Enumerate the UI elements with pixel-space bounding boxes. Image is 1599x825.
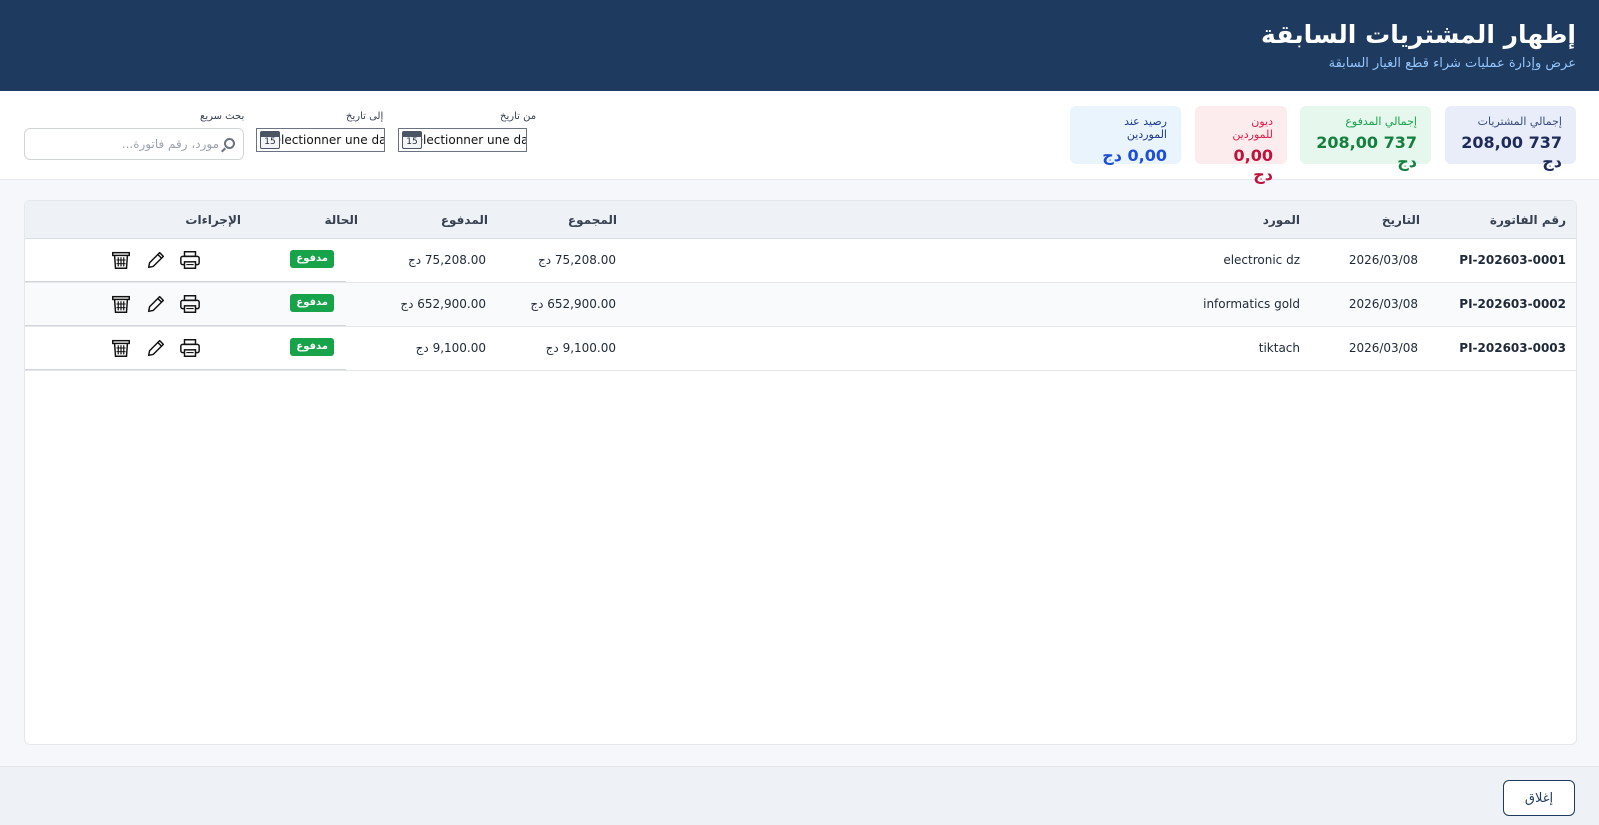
cell-divider: [226, 281, 346, 282]
to-date-label: إلى تاريخ: [346, 111, 384, 122]
table-header: رقم الفاتورة التاريخ المورد المجموع المد…: [25, 201, 1576, 239]
supplier-debts-card: ديون للموردين 0,00 دج: [1195, 106, 1287, 184]
edit-icon[interactable]: [145, 337, 167, 359]
col-status: الحالة: [324, 213, 358, 227]
calendar-icon: 15: [402, 131, 422, 149]
edit-icon[interactable]: [145, 293, 167, 315]
supplier-name: electronic dz: [1223, 253, 1300, 267]
cell-divider: [226, 369, 346, 370]
delete-icon[interactable]: [110, 249, 132, 271]
col-actions: الإجراءات: [185, 213, 241, 227]
total-amount: 75,208.00 دج: [538, 253, 616, 267]
date-placeholder: Sélectionner une date: [266, 133, 385, 147]
total-amount: 9,100.00 دج: [545, 341, 616, 355]
status-badge: مدفوع: [290, 250, 334, 268]
delete-icon[interactable]: [110, 337, 132, 359]
page-subtitle: عرض وإدارة عمليات شراء قطع الغيار السابق…: [1328, 56, 1576, 71]
cell-divider: [25, 369, 226, 370]
to-date-input[interactable]: 15 Sélectionner une date: [256, 128, 385, 152]
invoice-date: 2026/03/08: [1348, 297, 1418, 311]
invoice-number: PI-202603-0002: [1459, 297, 1566, 311]
invoice-date: 2026/03/08: [1348, 341, 1418, 355]
search-input[interactable]: [57, 133, 237, 155]
dialog-footer: إغلاق: [0, 766, 1599, 825]
supplier-name: informatics gold: [1203, 297, 1300, 311]
card-value: 737 208,00 دج: [1461, 133, 1562, 171]
card-label: رصيد عند الموردين: [1124, 115, 1167, 141]
total-purchases-card: إجمالي المشتريات 737 208,00 دج: [1445, 106, 1576, 171]
invoice-number: PI-202603-0001: [1459, 253, 1566, 267]
cell-divider: [226, 325, 346, 326]
supplier-name: tiktach: [1258, 341, 1300, 355]
total-paid-card: إجمالي المدفوع 737 208,00 دج: [1300, 106, 1431, 171]
cell-divider: [25, 325, 226, 326]
paid-amount: 75,208.00 دج: [408, 253, 486, 267]
col-total: المجموع: [567, 213, 617, 227]
invoice-date: 2026/03/08: [1348, 253, 1418, 267]
print-icon[interactable]: [179, 293, 201, 315]
paid-amount: 652,900.00 دج: [400, 297, 486, 311]
print-icon[interactable]: [179, 337, 201, 359]
col-invoice: رقم الفاتورة: [1489, 213, 1566, 227]
page-header: إظهار المشتريات السابقة عرض وإدارة عمليا…: [0, 0, 1599, 91]
col-date: التاريخ: [1381, 213, 1420, 227]
col-paid: المدفوع: [440, 213, 488, 227]
search-label: بحث سريع: [200, 111, 245, 122]
invoice-number: PI-202603-0003: [1459, 341, 1566, 355]
from-date-label: من تاريخ: [500, 111, 537, 122]
edit-icon[interactable]: [145, 249, 167, 271]
date-placeholder: Sélectionner une date: [408, 133, 527, 147]
page-title: إظهار المشتريات السابقة: [1261, 20, 1576, 49]
status-badge: مدفوع: [290, 294, 334, 312]
col-supplier: المورد: [1262, 213, 1300, 227]
table-row[interactable]: PI-202603-0003 2026/03/08 tiktach 9,100.…: [25, 327, 1576, 371]
paid-amount: 9,100.00 دج: [415, 341, 486, 355]
table-row[interactable]: PI-202603-0001 2026/03/08 electronic dz …: [25, 239, 1576, 283]
card-label: إجمالي المدفوع: [1345, 115, 1417, 128]
total-amount: 652,900.00 دج: [530, 297, 616, 311]
supplier-balance-card: رصيد عند الموردين 0,00 دج: [1070, 106, 1181, 165]
card-value: 0,00 دج: [1233, 146, 1273, 184]
cell-divider: [25, 281, 226, 282]
table-row[interactable]: PI-202603-0002 2026/03/08 informatics go…: [25, 283, 1576, 327]
card-value: 737 208,00 دج: [1316, 133, 1417, 171]
card-label: إجمالي المشتريات: [1477, 115, 1562, 128]
from-date-input[interactable]: 15 Sélectionner une date: [398, 128, 527, 152]
print-icon[interactable]: [179, 249, 201, 271]
card-value: 0,00 دج: [1102, 146, 1167, 165]
search-box: [24, 128, 244, 160]
purchases-table: رقم الفاتورة التاريخ المورد المجموع المد…: [24, 200, 1577, 745]
close-button[interactable]: إغلاق: [1503, 780, 1575, 816]
calendar-icon: 15: [260, 131, 280, 149]
card-label: ديون للموردين: [1232, 115, 1273, 141]
status-badge: مدفوع: [290, 338, 334, 356]
delete-icon[interactable]: [110, 293, 132, 315]
